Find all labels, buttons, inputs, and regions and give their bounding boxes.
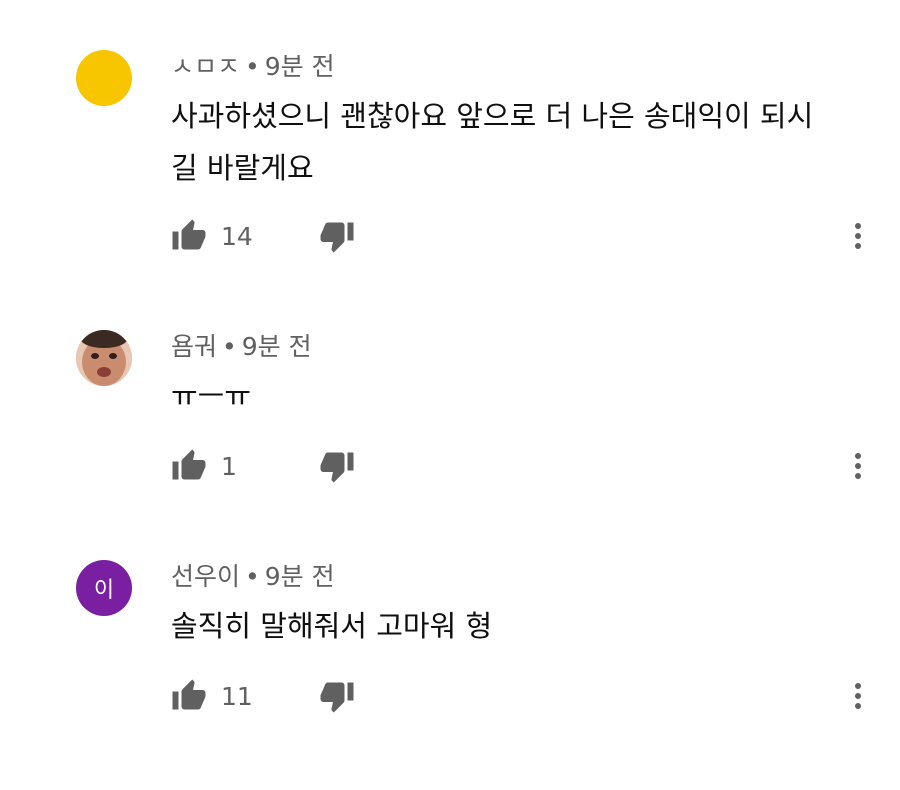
dislike-button[interactable]: [319, 216, 355, 256]
like-count: 14: [221, 221, 253, 251]
comment-time[interactable]: 9분 전: [265, 562, 335, 591]
like-button[interactable]: 11: [171, 676, 253, 716]
like-count: 1: [221, 451, 237, 481]
comment-author[interactable]: 욤궈: [171, 332, 217, 361]
comment-meta: 욤궈 • 9분 전: [171, 330, 312, 364]
comment-item: ㅅㅁㅈ • 9분 전 사과하셨으니 괜찮아요 앞으로 더 나은 송대익이 되시길 바…: [0, 50, 900, 280]
thumbs-down-icon: [319, 218, 355, 254]
thumbs-down-icon: [319, 448, 355, 484]
more-vert-icon[interactable]: [846, 446, 870, 486]
comment-text: 사과하셨으니 괜찮아요 앞으로 더 나은 송대익이 되시길 바랄게요: [171, 99, 814, 185]
comment-text: 솔직히 말해줘서 고마워 형: [171, 609, 493, 643]
thumbs-up-icon: [171, 218, 207, 254]
more-vert-icon[interactable]: [846, 676, 870, 716]
comment-time[interactable]: 9분 전: [242, 332, 312, 361]
thumbs-down-icon: [319, 678, 355, 714]
avatar-photo: [76, 330, 132, 386]
meta-separator: •: [245, 52, 260, 81]
meta-separator: •: [245, 562, 260, 591]
more-vert-icon[interactable]: [846, 216, 870, 256]
comment-meta: 선우이 • 9분 전: [171, 560, 335, 594]
comment-item: 이 선우이 • 9분 전 솔직히 말해줘서 고마워 형 11: [0, 560, 900, 790]
avatar[interactable]: [76, 50, 132, 106]
thumbs-up-icon: [171, 678, 207, 714]
dislike-button[interactable]: [319, 676, 355, 716]
comment-text: ㅠㅡㅠ: [171, 379, 252, 413]
like-count: 11: [221, 681, 253, 711]
comment-author[interactable]: 선우이: [171, 562, 240, 591]
avatar[interactable]: 이: [76, 560, 132, 616]
comment-time[interactable]: 9분 전: [265, 52, 335, 81]
comment-item: 욤궈 • 9분 전 ㅠㅡㅠ 1: [0, 330, 900, 560]
dislike-button[interactable]: [319, 446, 355, 486]
avatar[interactable]: [76, 330, 132, 386]
like-button[interactable]: 1: [171, 446, 237, 486]
like-button[interactable]: 14: [171, 216, 253, 256]
avatar-initial: 이: [93, 578, 115, 603]
meta-separator: •: [222, 332, 237, 361]
comment-author[interactable]: ㅅㅁㅈ: [171, 52, 240, 81]
comment-meta: ㅅㅁㅈ • 9분 전: [171, 50, 335, 84]
thumbs-up-icon: [171, 448, 207, 484]
